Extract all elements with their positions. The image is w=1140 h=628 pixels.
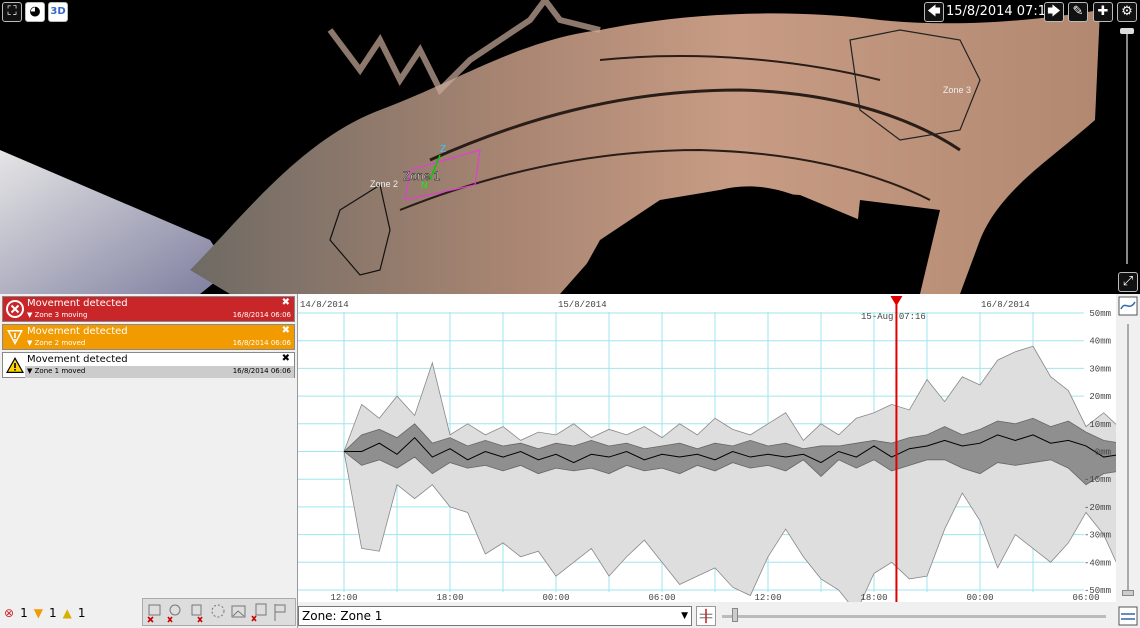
date-label: 15/8/2014 (558, 300, 607, 310)
marker-flag-icon[interactable] (696, 606, 716, 626)
axis-n-label: N (421, 180, 428, 190)
y-tick-label: -40mm (1084, 558, 1111, 568)
warning-count-icon: ▼ (33, 606, 43, 620)
fullscreen-icon[interactable]: ⤢ (1118, 272, 1138, 292)
alert-title: Movement detected (27, 354, 128, 365)
alert-item-zone1[interactable]: Movement detected ▼ Zone 1 moved 16/8/20… (2, 352, 295, 378)
chevron-down-icon: ▼ (681, 611, 688, 621)
time-cursor-handle[interactable] (890, 296, 903, 306)
alert-subtitle-text: Zone 2 moved (34, 339, 86, 347)
alert-counts: ⊗ 1 ▼ 1 ▲ 1 (4, 606, 85, 620)
zone-2-label: Zone 2 (370, 179, 398, 189)
close-icon[interactable]: ✖ (282, 297, 290, 308)
next-time-button[interactable]: 🡆 (1044, 2, 1064, 22)
y-tick-label: 30mm (1089, 364, 1111, 374)
x-tick-label: 12:00 (754, 593, 781, 602)
clear-markers-icon[interactable] (166, 601, 185, 623)
x-tick-label: 00:00 (966, 593, 993, 602)
point-cloud-scene[interactable]: Zone 1 Zone 2 Zone 3 Z N (0, 0, 1140, 294)
delete-point-icon[interactable] (187, 601, 206, 623)
x-tick-label: 18:00 (860, 593, 887, 602)
zone-select-value: Zone: Zone 1 (302, 609, 383, 623)
graph-settings-icon[interactable] (1118, 606, 1138, 626)
alert-subtitle: ▼ Zone 1 moved (27, 367, 86, 375)
alert-time: 16/8/2014 06:06 (232, 311, 291, 319)
y-tick-label: 20mm (1089, 392, 1111, 402)
x-tick-label: 06:00 (648, 593, 675, 602)
zone-3-label: Zone 3 (943, 85, 971, 95)
color-mode-icon[interactable]: ◕ (25, 2, 45, 22)
alert-item-zone3[interactable]: Movement detected ▼ Zone 3 moving 16/8/2… (2, 296, 295, 322)
cursor-label: 15-Aug 07:16 (861, 312, 926, 322)
warning-count: 1 (48, 606, 57, 620)
alert-subtitle: ▼ Zone 3 moving (27, 311, 88, 319)
3d-viewport[interactable]: Zone 1 Zone 2 Zone 3 Z N ⛶ ◕ 3D 🡄 15/8/2… (0, 0, 1140, 294)
current-datetime: 15/8/2014 07:16 (946, 4, 1055, 19)
close-icon[interactable]: ✖ (282, 325, 290, 336)
edit-pencil-icon[interactable]: ✎ (1068, 2, 1088, 22)
graph-bottom-bar: Zone: Zone 1 ▼ (298, 602, 1116, 628)
fit-view-icon[interactable]: ⛶ (2, 2, 22, 22)
time-range-thumb[interactable] (732, 608, 738, 622)
error-circle-icon (6, 300, 24, 318)
caution-triangle-icon (6, 357, 24, 373)
y-tick-label: -30mm (1084, 531, 1111, 541)
alert-title: Movement detected (27, 326, 128, 337)
graph-view-icon[interactable] (1118, 296, 1138, 316)
warning-triangle-down-icon (7, 330, 23, 345)
date-label: 14/8/2014 (300, 300, 349, 310)
alert-time: 16/8/2014 06:06 (232, 339, 291, 347)
alert-title: Movement detected (27, 298, 128, 309)
caution-count-icon: ▲ (62, 606, 72, 620)
image-export-icon[interactable] (229, 601, 248, 623)
axis-z-label: Z (440, 144, 446, 155)
alert-subtitle: ▼ Zone 2 moved (27, 339, 86, 347)
add-icon[interactable]: ✚ (1093, 2, 1113, 22)
error-count: 1 (20, 606, 28, 620)
remove-zone-icon[interactable] (145, 601, 164, 623)
close-icon[interactable]: ✖ (282, 353, 290, 364)
error-count-icon: ⊗ (4, 606, 15, 620)
x-tick-label: 12:00 (330, 593, 357, 602)
displacement-graph[interactable]: 50mm 40mm 30mm 20mm 10mm 0mm -10mm -20mm -30mm -4… (298, 294, 1140, 613)
caution-count: 1 (77, 606, 86, 620)
y-tick-label: 0mm (1095, 448, 1111, 458)
alert-item-zone2[interactable]: Movement detected ▼ Zone 2 moved 16/8/20… (2, 324, 295, 350)
app-window: Zone 1 Zone 2 Zone 3 Z N ⛶ ◕ 3D 🡄 15/8/2… (0, 0, 1140, 628)
graph-side-controls (1116, 294, 1140, 628)
lasso-select-icon[interactable] (208, 601, 227, 623)
x-tick-label: 06:00 (1072, 593, 1099, 602)
3d-toggle-icon[interactable]: 3D (48, 2, 68, 22)
zoom-slider-thumb[interactable] (1120, 28, 1134, 34)
displacement-chart[interactable]: 50mm 40mm 30mm 20mm 10mm 0mm -10mm -20mm -30mm -4… (298, 294, 1140, 613)
x-tick-label: 00:00 (542, 593, 569, 602)
alert-subtitle-text: Zone 1 moved (34, 367, 86, 375)
y-tick-label: -20mm (1084, 503, 1111, 513)
copy-delete-icon[interactable] (250, 601, 269, 623)
alert-time: 16/8/2014 06:06 (232, 367, 291, 375)
settings-gear-icon[interactable]: ⚙ (1117, 2, 1137, 22)
alert-panel: Movement detected ▼ Zone 3 moving 16/8/2… (0, 294, 298, 628)
x-tick-label: 18:00 (436, 593, 463, 602)
y-tick-label: 10mm (1089, 420, 1111, 430)
y-tick-label: 40mm (1089, 337, 1111, 347)
zone-select[interactable]: Zone: Zone 1 ▼ (298, 606, 692, 626)
y-tick-label: 50mm (1089, 309, 1111, 319)
graph-zoom-track[interactable] (1127, 324, 1129, 596)
alert-subtitle-text: Zone 3 moving (34, 311, 88, 319)
outer-range-band (343, 345, 1140, 613)
zone-tools-toolbar (142, 598, 296, 626)
prev-time-button[interactable]: 🡄 (924, 2, 944, 22)
y-tick-label: -10mm (1084, 475, 1111, 485)
time-range-slider[interactable] (722, 615, 1106, 618)
date-label: 16/8/2014 (981, 300, 1030, 310)
zoom-slider-track[interactable] (1126, 32, 1128, 264)
graph-zoom-thumb[interactable] (1122, 590, 1134, 596)
flag-icon[interactable] (271, 601, 290, 623)
